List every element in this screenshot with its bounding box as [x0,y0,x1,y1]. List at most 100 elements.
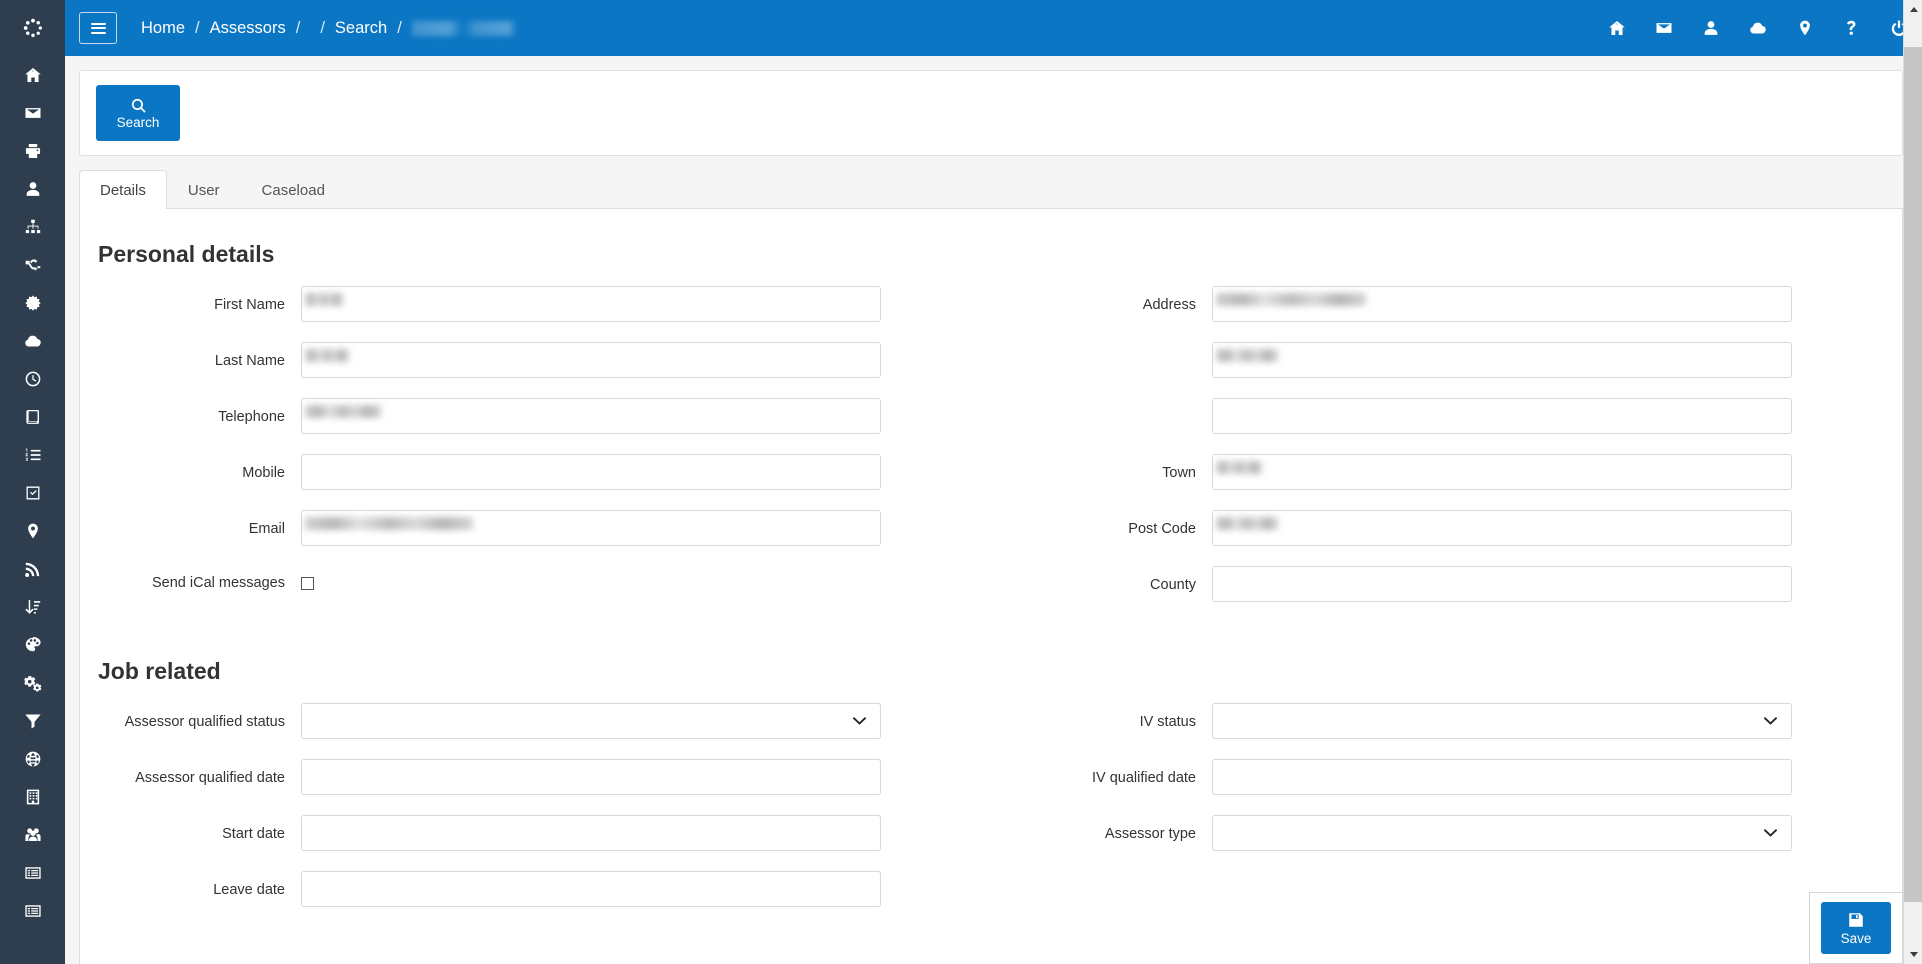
sidebar-item-building[interactable] [0,778,65,816]
sidebar-item-groups[interactable] [0,816,65,854]
field-row-telephone: Telephone [80,398,991,434]
input-last-name[interactable] [301,342,881,378]
topbar-home[interactable] [1593,0,1640,56]
chevron-up-icon [1910,7,1918,12]
field-control [1212,815,1792,851]
select-iv-status[interactable] [1212,703,1792,739]
scroll-down-button[interactable] [1904,945,1922,964]
personal-right-column: AddressTownPost CodeCounty [991,286,1902,622]
save-button[interactable]: Save [1821,902,1891,954]
search-button-label: Search [117,116,160,130]
job-related-columns: Assessor qualified statusAssessor qualif… [80,703,1902,927]
field-label: IV status [1009,703,1212,731]
input-post-code[interactable] [1212,510,1792,546]
save-panel: Save [1809,892,1903,964]
sidebar-item-home[interactable] [0,56,65,94]
topbar-account[interactable] [1687,0,1734,56]
sidebar-item-tasks[interactable] [0,474,65,512]
chevron-down-icon [1910,952,1918,957]
sidebar-item-print[interactable] [0,132,65,170]
search-icon [130,97,147,114]
sidebar-item-filter[interactable] [0,702,65,740]
topbar-messages[interactable] [1640,0,1687,56]
topbar-cloud[interactable] [1734,0,1781,56]
topbar-location[interactable] [1781,0,1828,56]
sidebar-item-shuffle[interactable] [0,246,65,284]
tab-caseload[interactable]: Caseload [241,170,346,209]
input-assessor-qualified-date[interactable] [301,759,881,795]
clock-icon [24,370,42,388]
scroll-up-button[interactable] [1904,0,1922,19]
tab-strip: DetailsUserCaseload [79,170,1903,209]
job-left-column: Assessor qualified statusAssessor qualif… [80,703,991,927]
vertical-scrollbar[interactable] [1903,0,1922,964]
tab-details[interactable]: Details [79,170,167,209]
home-icon [24,66,42,84]
user-icon [24,180,42,198]
field-label: IV qualified date [1009,759,1212,787]
checkbox-send-ical-messages[interactable] [301,577,314,590]
tab-user[interactable]: User [167,170,241,209]
input-town[interactable] [1212,454,1792,490]
topbar-icon-group [1593,0,1922,56]
user-icon [1702,19,1720,37]
breadcrumb-item[interactable]: Assessors [208,19,288,38]
scrollbar-thumb[interactable] [1904,47,1922,902]
search-button[interactable]: Search [96,85,180,141]
select-assessor-qualified-status[interactable] [301,703,881,739]
sidebar-item-sitemap[interactable] [0,208,65,246]
input-email[interactable] [301,510,881,546]
input-unlabeled[interactable] [1212,342,1792,378]
sidebar-item-sort[interactable] [0,588,65,626]
input-leave-date[interactable] [301,871,881,907]
sidebar-item-records[interactable] [0,892,65,930]
list-alt-icon [24,902,42,920]
sidebar-item-reports[interactable] [0,854,65,892]
sidebar-item-theme[interactable] [0,626,65,664]
app-logo[interactable] [0,0,65,56]
cogs-icon [24,674,42,692]
input-unlabeled[interactable] [1212,398,1792,434]
sidebar-item-clock[interactable] [0,360,65,398]
input-first-name[interactable] [301,286,881,322]
page-content: Search DetailsUserCaseload Personal deta… [65,56,1922,964]
sidebar-item-globe[interactable] [0,740,65,778]
building-icon [24,788,42,806]
breadcrumb-item[interactable]: Search [333,19,389,38]
sidebar-item-user[interactable] [0,170,65,208]
sidebar-item-list[interactable] [0,436,65,474]
sidebar-item-locations[interactable] [0,512,65,550]
select-assessor-type[interactable] [1212,815,1792,851]
field-label: Town [1009,454,1212,482]
input-county[interactable] [1212,566,1792,602]
input-mobile[interactable] [301,454,881,490]
field-control [301,342,881,378]
field-label: Mobile [98,454,301,482]
input-iv-qualified-date[interactable] [1212,759,1792,795]
sidebar-item-cloud[interactable] [0,322,65,360]
input-start-date[interactable] [301,815,881,851]
field-row-assessor-qualified-date: Assessor qualified date [80,759,991,795]
sidebar-item-feed[interactable] [0,550,65,588]
field-row-address: Address [991,286,1902,322]
field-row-iv-qualified-date: IV qualified date [991,759,1902,795]
hamburger-icon [91,20,106,36]
asterisk-gear-icon [24,294,42,312]
field-control [1212,759,1792,795]
palette-icon [24,636,42,654]
details-form-card: Personal details First NameLast NameTele… [79,209,1903,964]
scrollbar-track[interactable] [1904,19,1922,945]
input-telephone[interactable] [301,398,881,434]
input-address[interactable] [1212,286,1792,322]
sidebar-item-book[interactable] [0,398,65,436]
menu-toggle-button[interactable] [79,12,117,44]
field-control [301,759,881,795]
topbar-help[interactable] [1828,0,1875,56]
sidebar-item-admin[interactable] [0,664,65,702]
check-square-icon [24,484,42,502]
breadcrumb-item[interactable]: Home [139,19,187,38]
field-row-last-name: Last Name [80,342,991,378]
sidebar-item-messages[interactable] [0,94,65,132]
sidebar-item-settings[interactable] [0,284,65,322]
spinner-dots-icon [22,17,44,39]
